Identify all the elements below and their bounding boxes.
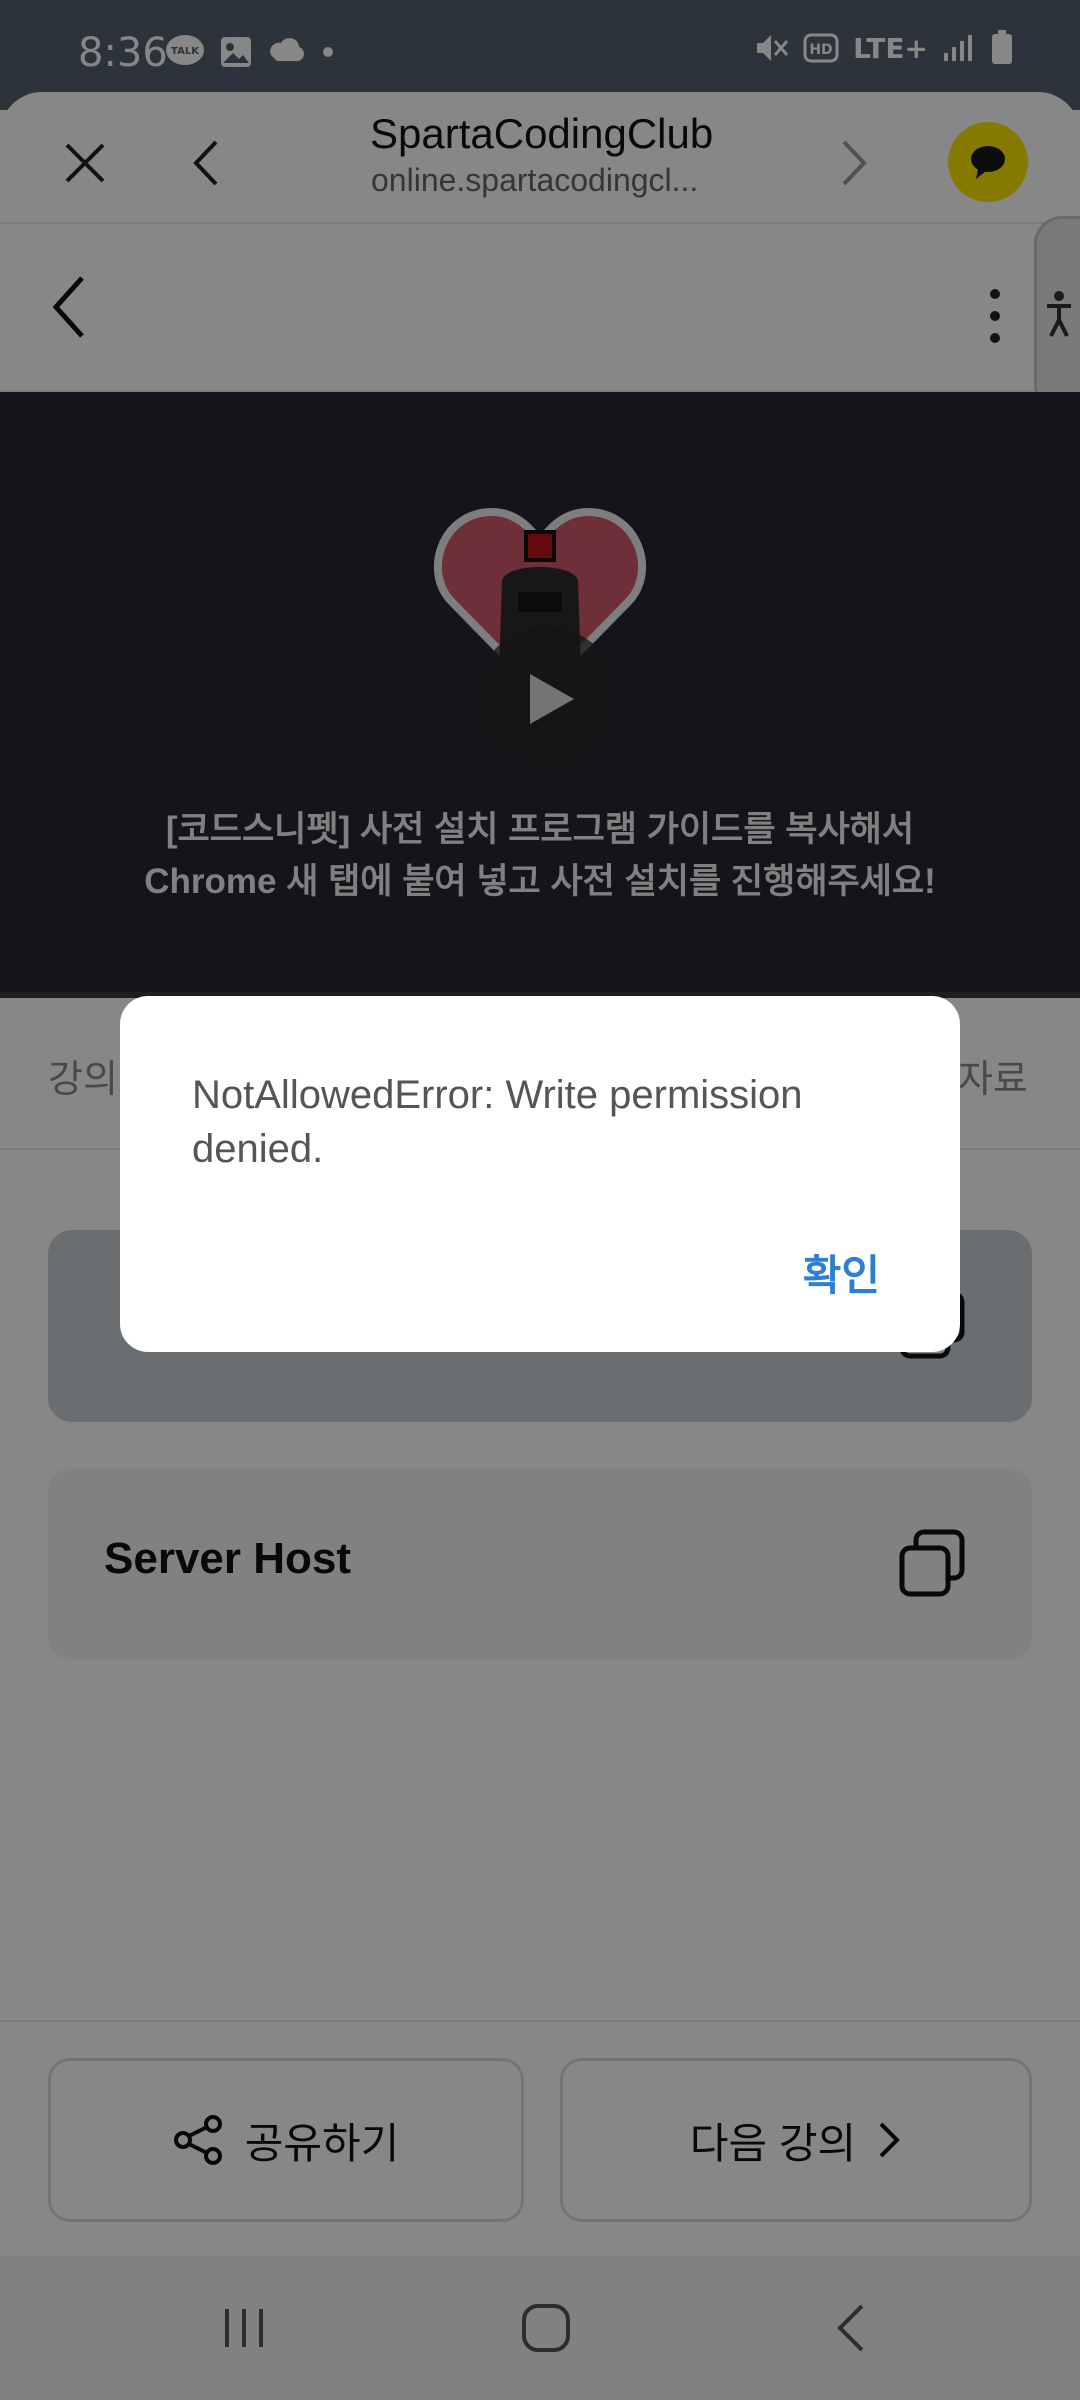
error-dialog: NotAllowedError: Write permission denied… [120,996,960,1352]
dialog-message: NotAllowedError: Write permission denied… [192,1073,803,1171]
confirm-button[interactable]: 확인 [803,1242,880,1303]
